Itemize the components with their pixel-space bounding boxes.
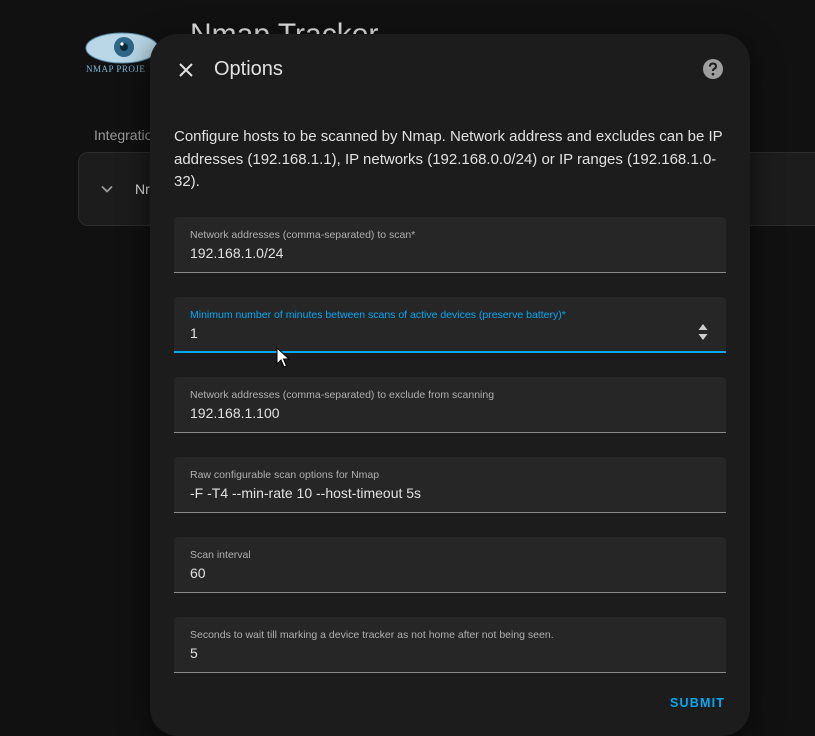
- integration-card-title: Nr: [135, 181, 150, 197]
- dialog-title: Options: [214, 58, 283, 80]
- scan-interval-field[interactable]: Scan interval: [174, 537, 726, 593]
- field-label: Raw configurable scan options for Nmap: [190, 469, 380, 481]
- consider-home-field[interactable]: Seconds to wait till marking a device tr…: [174, 617, 726, 673]
- field-label: Scan interval: [190, 549, 251, 561]
- min-minutes-input[interactable]: [190, 325, 690, 341]
- dialog-description: Configure hosts to be scanned by Nmap. N…: [174, 128, 723, 190]
- exclude-hosts-field[interactable]: Network addresses (comma-separated) to e…: [174, 377, 726, 433]
- field-label: Minimum number of minutes between scans …: [190, 309, 566, 321]
- close-icon[interactable]: [174, 58, 198, 82]
- scan-hosts-input[interactable]: [190, 245, 690, 261]
- field-label: Network addresses (comma-separated) to e…: [190, 389, 495, 401]
- chevron-down-icon[interactable]: [99, 181, 115, 197]
- scan-hosts-field[interactable]: Network addresses (comma-separated) to s…: [174, 217, 726, 273]
- field-label: Network addresses (comma-separated) to s…: [190, 229, 416, 241]
- submit-button[interactable]: SUBMIT: [670, 696, 725, 710]
- logo-text: NMAP PROJE: [86, 64, 146, 74]
- scan-interval-input[interactable]: [190, 565, 690, 581]
- consider-home-input[interactable]: [190, 645, 690, 661]
- scan-options-field[interactable]: Raw configurable scan options for Nmap: [174, 457, 726, 513]
- exclude-hosts-input[interactable]: [190, 405, 690, 421]
- options-dialog: Options Configure hosts to be scanned by…: [150, 34, 750, 736]
- help-circle-icon[interactable]: [702, 58, 724, 80]
- number-spinner-icon[interactable]: [698, 323, 708, 341]
- field-label: Seconds to wait till marking a device tr…: [190, 629, 554, 641]
- mouse-cursor-icon: [276, 347, 290, 368]
- scan-options-input[interactable]: [190, 485, 690, 501]
- min-minutes-field[interactable]: Minimum number of minutes between scans …: [174, 297, 726, 353]
